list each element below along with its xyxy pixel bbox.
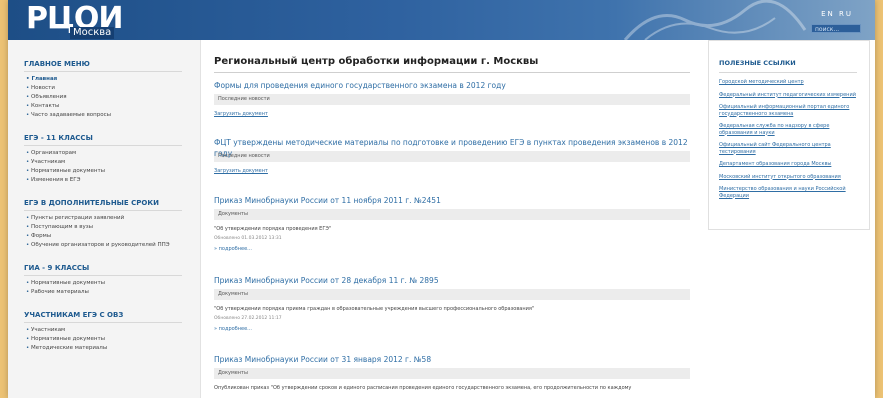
menu-item-regulations[interactable]: Нормативные документы [24, 167, 200, 176]
menu-item-news[interactable]: Новости [24, 84, 200, 93]
read-more-link[interactable]: подробнее... [214, 326, 690, 332]
menu-item-registration-points[interactable]: Пункты регистрации заявлений [24, 214, 200, 223]
article-title[interactable]: Приказ Минобрнауки России от 11 ноября 2… [214, 195, 690, 206]
useful-link[interactable]: Министерство образования и науки Российс… [719, 186, 861, 199]
article-category: Документы [214, 368, 690, 379]
menu-title: Участникам ЕГЭ с ОВЗ [24, 311, 182, 323]
article-title[interactable]: Приказ Минобрнауки России от 28 декабря … [214, 275, 690, 286]
useful-link[interactable]: Федеральная служба по надзору в сфере об… [719, 123, 861, 136]
article-date: Обновлено 27.02.2012 11:17 [214, 316, 282, 321]
download-link[interactable]: Загрузить документ [214, 168, 690, 174]
menu-item-contacts[interactable]: Контакты [24, 102, 200, 111]
menu-item-announcements[interactable]: Объявления [24, 93, 200, 102]
menu-item-participants[interactable]: Участникам [24, 158, 200, 167]
useful-links-title: Полезные ссылки [719, 59, 857, 73]
useful-link[interactable]: Федеральный институт педагогических изме… [719, 92, 861, 99]
article-text: "Об утверждении порядка приема граждан в… [214, 306, 535, 312]
useful-link[interactable]: Департамент образования города Москвы [719, 161, 861, 168]
left-sidebar: Главное меню Главная Новости Объявления … [8, 40, 201, 398]
menu-item-ovz-regulations[interactable]: Нормативные документы [24, 335, 200, 344]
menu-item-gia-materials[interactable]: Рабочие материалы [24, 288, 200, 297]
menu-ovz: Участникам ЕГЭ с ОВЗ Участникам Норматив… [8, 311, 200, 353]
menu-item-ovz-participants[interactable]: Участникам [24, 326, 200, 335]
menu-item-organizers[interactable]: Организаторам [24, 149, 200, 158]
article-category: Документы [214, 289, 690, 300]
article-title[interactable]: ФЦТ утверждены методические материалы по… [214, 137, 690, 158]
menu-gia-9: ГИА - 9 классы Нормативные документы Раб… [8, 264, 200, 297]
useful-link[interactable]: Московский институт открытого образовани… [719, 174, 861, 181]
header-decoration-icon [623, 0, 807, 40]
main-content: Региональный центр обработки информации … [214, 40, 690, 398]
article-text: Опубликован приказ "Об утверждении сроко… [214, 385, 632, 391]
logo-subtitle: Москва [70, 27, 115, 39]
menu-title: Главное меню [24, 60, 182, 72]
useful-link[interactable]: Городской методический центр [719, 79, 861, 86]
site-header: РЦОИ Москва EN RU поиск... [8, 0, 875, 40]
title-divider [214, 72, 690, 73]
menu-item-training[interactable]: Обучение организаторов и руководителей П… [24, 241, 200, 250]
menu-ege-extra: ЕГЭ в дополнительные сроки Пункты регист… [8, 199, 200, 250]
menu-ege-11: ЕГЭ - 11 классы Организаторам Участникам… [8, 134, 200, 185]
menu-title: ЕГЭ в дополнительные сроки [24, 199, 182, 211]
page-title: Региональный центр обработки информации … [214, 56, 539, 67]
article: Приказ Минобрнауки России от 31 января 2… [214, 354, 690, 391]
browser-page: РЦОИ Москва EN RU поиск... Главное меню … [8, 0, 875, 398]
menu-item-ovz-methods[interactable]: Методические материалы [24, 344, 200, 353]
useful-link[interactable]: Официальный сайт Федерального центра тес… [719, 142, 861, 155]
menu-item-gia-regulations[interactable]: Нормативные документы [24, 279, 200, 288]
article: Приказ Минобрнауки России от 11 ноября 2… [214, 195, 690, 252]
useful-link[interactable]: Официальный информационный портал единог… [719, 104, 861, 117]
article: ФЦТ утверждены методические материалы по… [214, 137, 690, 174]
useful-links-panel: Полезные ссылки Городской методический ц… [708, 40, 870, 230]
article-title[interactable]: Приказ Минобрнауки России от 31 января 2… [214, 354, 690, 365]
article-category: Последние новости [214, 94, 690, 105]
menu-item-changes[interactable]: Изменения в ЕГЭ [24, 176, 200, 185]
article: Формы для проведения единого государстве… [214, 80, 690, 117]
article-category: Документы [214, 209, 690, 220]
article: Приказ Минобрнауки России от 28 декабря … [214, 275, 690, 332]
search-input[interactable]: поиск... [811, 24, 861, 33]
menu-item-university-applicants[interactable]: Поступающим в вузы [24, 223, 200, 232]
menu-item-home[interactable]: Главная [24, 75, 200, 84]
menu-item-forms[interactable]: Формы [24, 232, 200, 241]
article-title[interactable]: Формы для проведения единого государстве… [214, 80, 690, 91]
download-link[interactable]: Загрузить документ [214, 111, 690, 117]
menu-title: ЕГЭ - 11 классы [24, 134, 182, 146]
article-date: Обновлено 01.03.2012 13:31 [214, 236, 282, 241]
article-category: Последние новости [214, 151, 690, 162]
language-switch[interactable]: EN RU [821, 10, 853, 18]
article-text: "Об утверждении порядка проведения ЕГЭ" [214, 226, 332, 232]
read-more-link[interactable]: подробнее... [214, 246, 690, 252]
menu-main: Главное меню Главная Новости Объявления … [8, 60, 200, 120]
menu-item-faq[interactable]: Часто задаваемые вопросы [24, 111, 200, 120]
menu-title: ГИА - 9 классы [24, 264, 182, 276]
